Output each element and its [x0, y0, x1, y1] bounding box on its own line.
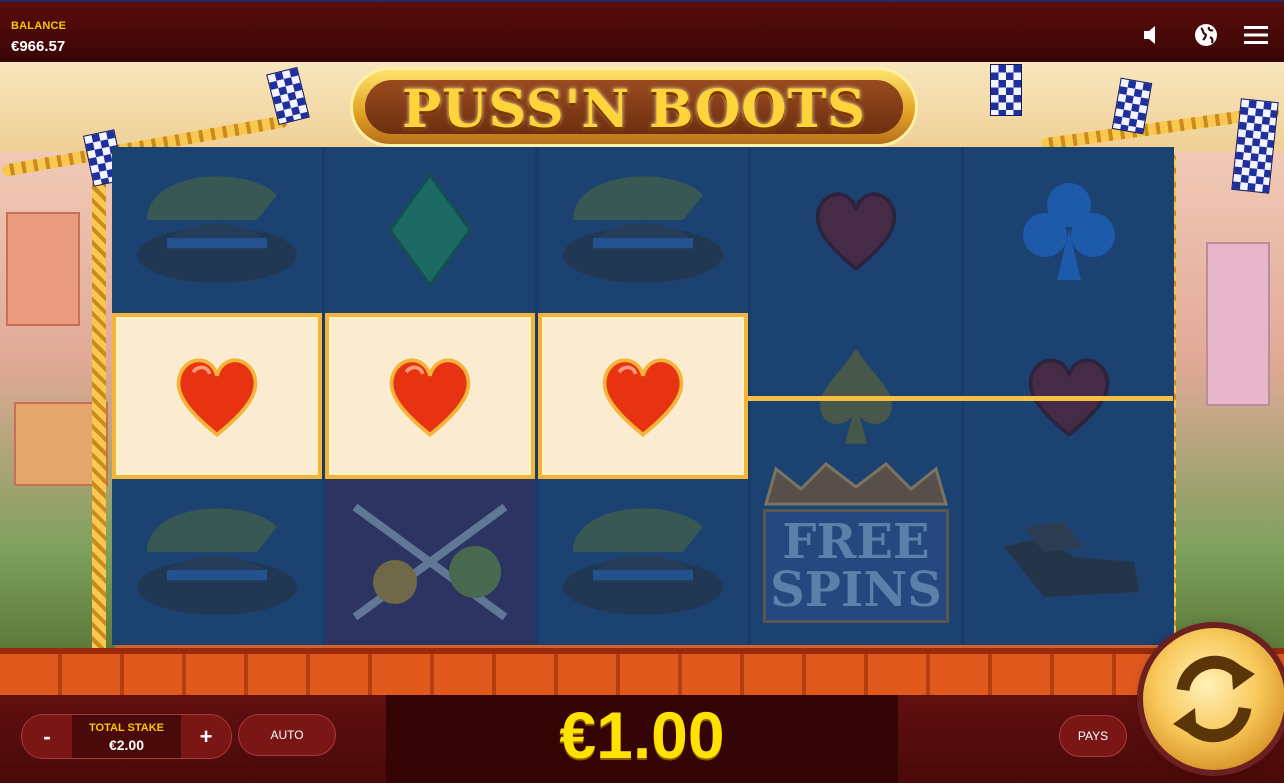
heart-symbol-winning: [112, 313, 322, 479]
free-spins-text-free: FREE: [782, 514, 930, 570]
reel-2: [325, 147, 535, 645]
heart-symbol-winning: [538, 313, 748, 479]
game-logo: PUSS'N BOOTS: [350, 67, 918, 147]
heart-symbol: [751, 147, 961, 313]
house: [6, 212, 80, 326]
diamond-symbol: [325, 147, 535, 313]
free-spins-symbol: FREE SPINS: [751, 437, 961, 645]
pennant-flag: [990, 64, 1022, 116]
balance-label: BALANCE: [11, 20, 67, 32]
win-display: €1.00: [386, 695, 898, 783]
stake-selector: - TOTAL STAKE €2.00 +: [21, 714, 232, 759]
top-bar: BALANCE €966.57: [0, 0, 1284, 62]
logo-text: PUSS'N BOOTS: [402, 79, 866, 140]
menu-icon[interactable]: [1243, 22, 1269, 48]
roof-tiles: [0, 648, 1284, 696]
club-symbol: [964, 147, 1174, 313]
free-spins-text-spins: SPINS: [770, 562, 942, 618]
decrease-stake-button[interactable]: -: [22, 715, 72, 758]
heart-symbol-winning: [325, 313, 535, 479]
reel-1: [112, 147, 322, 645]
balance-value: €966.57: [11, 38, 66, 55]
gloves-symbol: [964, 479, 1174, 645]
hat-symbol: [112, 479, 322, 645]
reel-3: [538, 147, 748, 645]
right-town-scenery: [1176, 152, 1284, 682]
total-stake-label: TOTAL STAKE: [89, 722, 164, 734]
hat-symbol: [538, 479, 748, 645]
spin-arrows-icon: [1173, 655, 1255, 743]
pays-button[interactable]: PAYS: [1059, 715, 1127, 757]
hat-symbol: [538, 147, 748, 313]
spin-button[interactable]: [1143, 628, 1284, 770]
speaker-icon[interactable]: [1140, 22, 1166, 48]
swords-symbol: [325, 479, 535, 645]
hat-symbol: [112, 147, 322, 313]
payline-indicator: [748, 396, 1173, 401]
stake-display: TOTAL STAKE €2.00: [72, 715, 181, 758]
total-stake-value: €2.00: [108, 737, 145, 753]
left-rope: [92, 152, 106, 692]
auto-button[interactable]: AUTO: [238, 714, 336, 756]
increase-stake-button[interactable]: +: [181, 715, 231, 758]
tower: [1206, 242, 1270, 406]
globe-icon[interactable]: [1193, 22, 1219, 48]
win-amount: €1.00: [559, 698, 725, 772]
